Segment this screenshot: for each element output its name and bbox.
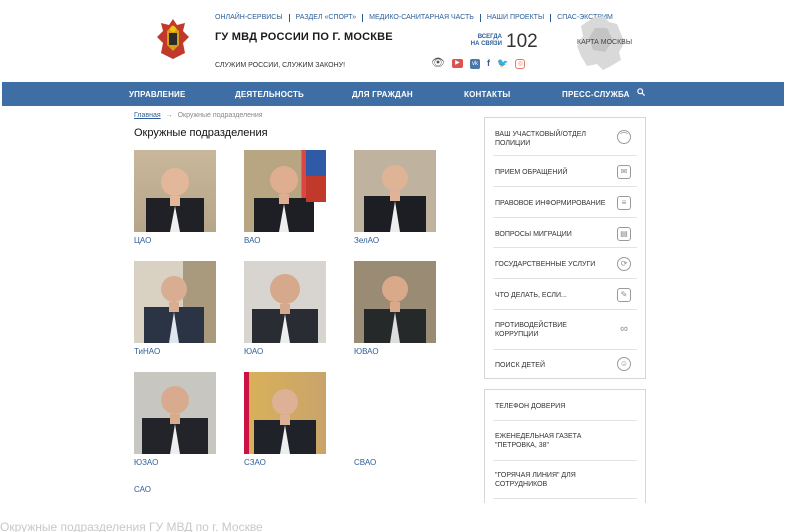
vk-icon[interactable]: vk — [469, 58, 480, 69]
district-label[interactable]: ЮАО — [244, 347, 263, 356]
nav-item-management[interactable]: УПРАВЛЕНИЕ — [129, 90, 186, 99]
officer-photo[interactable] — [134, 261, 216, 343]
district-label[interactable]: ЦАО — [134, 236, 151, 245]
district-card[interactable]: ЗелАО — [354, 150, 436, 245]
page-title: Окружные подразделения — [134, 127, 268, 139]
district-card[interactable]: ЮАО — [244, 261, 326, 356]
officer-photo[interactable] — [354, 150, 436, 232]
sidebar-item-label: ПРИЕМ ОБРАЩЕНИЙ — [495, 169, 568, 176]
facebook-icon[interactable]: f — [487, 58, 490, 69]
site-slogan: СЛУЖИМ РОССИИ, СЛУЖИМ ЗАКОНУ! — [215, 62, 346, 69]
hotline-label-2: НА СВЯЗИ — [470, 41, 502, 47]
passport-icon: ▤ — [617, 227, 631, 241]
links-sidebar: ТЕЛЕФОН ДОВЕРИЯ ЕЖЕНЕДЕЛЬНАЯ ГАЗЕТА "ПЕТ… — [484, 389, 646, 503]
divider — [493, 349, 637, 350]
divider — [493, 460, 637, 461]
officer-photo[interactable] — [134, 150, 216, 232]
breadcrumb-home[interactable]: Главная — [134, 112, 161, 119]
nav-item-activity[interactable]: ДЕЯТЕЛЬНОСТЬ — [235, 90, 304, 99]
district-label[interactable]: САО — [134, 485, 151, 494]
sidebar-link-newspaper[interactable]: ЕЖЕНЕДЕЛЬНАЯ ГАЗЕТА "ПЕТРОВКА, 38" — [495, 432, 605, 450]
sidebar-item-child-search[interactable]: ПОИСК ДЕТЕЙ ☺ — [495, 357, 635, 371]
district-card[interactable]: ВАО — [244, 150, 326, 245]
breadcrumb-separator: → — [165, 112, 173, 119]
district-label[interactable]: ВАО — [244, 236, 260, 245]
search-icon[interactable] — [637, 88, 646, 98]
services-sidebar: ВАШ УЧАСТКОВЫЙ/ОТДЕЛ ПОЛИЦИИ ⌒ ПРИЕМ ОБР… — [484, 117, 646, 379]
officer-photo[interactable] — [244, 261, 326, 343]
district-card[interactable]: ТиНАО — [134, 261, 216, 356]
mvd-emblem-logo[interactable] — [153, 17, 193, 61]
sidebar-item-label: ПОИСК ДЕТЕЙ — [495, 362, 545, 369]
divider — [493, 247, 637, 248]
eye-icon[interactable]: 👁 — [431, 58, 445, 69]
district-label[interactable]: ЮВАО — [354, 347, 379, 356]
instagram-icon[interactable]: ◎ — [515, 58, 526, 69]
top-link-online-services[interactable]: ОНЛАЙН-СЕРВИСЫ — [215, 14, 290, 22]
site-header: ОНЛАЙН-СЕРВИСЫ РАЗДЕЛ «СПОРТ» МЕДИКО-САН… — [0, 0, 800, 82]
top-link-medical[interactable]: МЕДИКО-САНИТАРНАЯ ЧАСТЬ — [363, 14, 481, 22]
sidebar-item-label: ПРАВОВОЕ ИНФОРМИРОВАНИЕ — [495, 200, 606, 207]
district-label[interactable]: ЮЗАО — [134, 458, 158, 467]
sidebar-item-appeals[interactable]: ПРИЕМ ОБРАЩЕНИЙ ✉ — [495, 165, 635, 179]
top-link-sport[interactable]: РАЗДЕЛ «СПОРТ» — [290, 14, 364, 22]
sidebar-item-label: ВАШ УЧАСТКОВЫЙ/ОТДЕЛ ПОЛИЦИИ — [495, 131, 586, 147]
nav-item-contacts[interactable]: КОНТАКТЫ — [464, 90, 510, 99]
breadcrumb-current: Окружные подразделения — [177, 112, 263, 119]
handcuffs-icon: ∞ — [620, 323, 628, 335]
officer-photo[interactable] — [134, 372, 216, 454]
officer-photo[interactable] — [354, 261, 436, 343]
footer-caption: Окружные подразделения ГУ МВД по г. Моск… — [0, 520, 263, 532]
sidebar-item-anti-corruption[interactable]: ПРОТИВОДЕЙСТВИЕ КОРРУПЦИИ ∞ — [495, 321, 635, 339]
district-card[interactable]: ЦАО — [134, 150, 216, 245]
officer-cap-icon: ⌒ — [617, 130, 631, 144]
hotline-label-1: ВСЕГДА — [477, 34, 502, 40]
social-links: 👁 ▶ vk f 🐦 ◎ — [431, 58, 526, 69]
district-label[interactable]: СЗАО — [244, 458, 266, 467]
child-icon: ☺ — [617, 357, 631, 371]
district-card[interactable]: СЗАО — [244, 372, 326, 467]
sidebar-item-label: ЧТО ДЕЛАТЬ, ЕСЛИ... — [495, 292, 567, 299]
divider — [493, 186, 637, 187]
site-title[interactable]: ГУ МВД РОССИИ ПО Г. МОСКВЕ — [215, 31, 393, 43]
sidebar-item-label: ПРОТИВОДЕЙСТВИЕ КОРРУПЦИИ — [495, 322, 567, 338]
district-card[interactable]: ЮВАО — [354, 261, 436, 356]
breadcrumb: Главная → Окружные подразделения — [134, 112, 263, 119]
map-label[interactable]: КАРТА МОСКВЫ — [577, 39, 632, 46]
divider — [493, 217, 637, 218]
letter-icon: ✉ — [617, 165, 631, 179]
divider — [493, 278, 637, 279]
divider — [493, 420, 637, 421]
top-links: ОНЛАЙН-СЕРВИСЫ РАЗДЕЛ «СПОРТ» МЕДИКО-САН… — [215, 14, 619, 22]
top-link-projects[interactable]: НАШИ ПРОЕКТЫ — [481, 14, 552, 22]
services-icon: ⟳ — [617, 257, 631, 271]
twitter-icon[interactable]: 🐦 — [497, 58, 508, 69]
sidebar-link-hotline-staff[interactable]: "ГОРЯЧАЯ ЛИНИЯ" ДЛЯ СОТРУДНИКОВ — [495, 471, 605, 489]
divider — [493, 155, 637, 156]
nav-item-press[interactable]: ПРЕСС-СЛУЖБА — [562, 90, 630, 99]
document-icon: ≡ — [617, 196, 631, 210]
sidebar-item-gov-services[interactable]: ГОСУДАРСТВЕННЫЕ УСЛУГИ ⟳ — [495, 257, 635, 271]
hotline-number: 102 — [506, 31, 538, 52]
district-label[interactable]: СВАО — [354, 458, 376, 467]
main-nav: УПРАВЛЕНИЕ ДЕЯТЕЛЬНОСТЬ ДЛЯ ГРАЖДАН КОНТ… — [2, 82, 784, 106]
divider — [493, 309, 637, 310]
sidebar-item-legal-info[interactable]: ПРАВОВОЕ ИНФОРМИРОВАНИЕ ≡ — [495, 196, 635, 210]
sidebar-item-label: ГОСУДАРСТВЕННЫЕ УСЛУГИ — [495, 261, 596, 268]
nav-item-for-citizens[interactable]: ДЛЯ ГРАЖДАН — [352, 90, 413, 99]
officer-photo[interactable] — [244, 150, 326, 232]
sidebar-item-what-to-do[interactable]: ЧТО ДЕЛАТЬ, ЕСЛИ... ✎ — [495, 288, 635, 302]
district-card[interactable]: ЮЗАО — [134, 372, 216, 467]
sidebar-link-trust-phone[interactable]: ТЕЛЕФОН ДОВЕРИЯ — [495, 402, 635, 411]
sidebar-item-migration[interactable]: ВОПРОСЫ МИГРАЦИИ ▤ — [495, 227, 635, 241]
hotline[interactable]: ВСЕГДА НА СВЯЗИ 102 — [466, 31, 538, 52]
district-label[interactable]: ТиНАО — [134, 347, 160, 356]
officer-photo[interactable] — [244, 372, 326, 454]
youtube-icon[interactable]: ▶ — [451, 59, 463, 68]
district-label[interactable]: ЗелАО — [354, 236, 379, 245]
sidebar-item-district-officer[interactable]: ВАШ УЧАСТКОВЫЙ/ОТДЕЛ ПОЛИЦИИ ⌒ — [495, 130, 635, 148]
divider — [493, 498, 637, 499]
sidebar-item-label: ВОПРОСЫ МИГРАЦИИ — [495, 231, 572, 238]
pencil-icon: ✎ — [617, 288, 631, 302]
